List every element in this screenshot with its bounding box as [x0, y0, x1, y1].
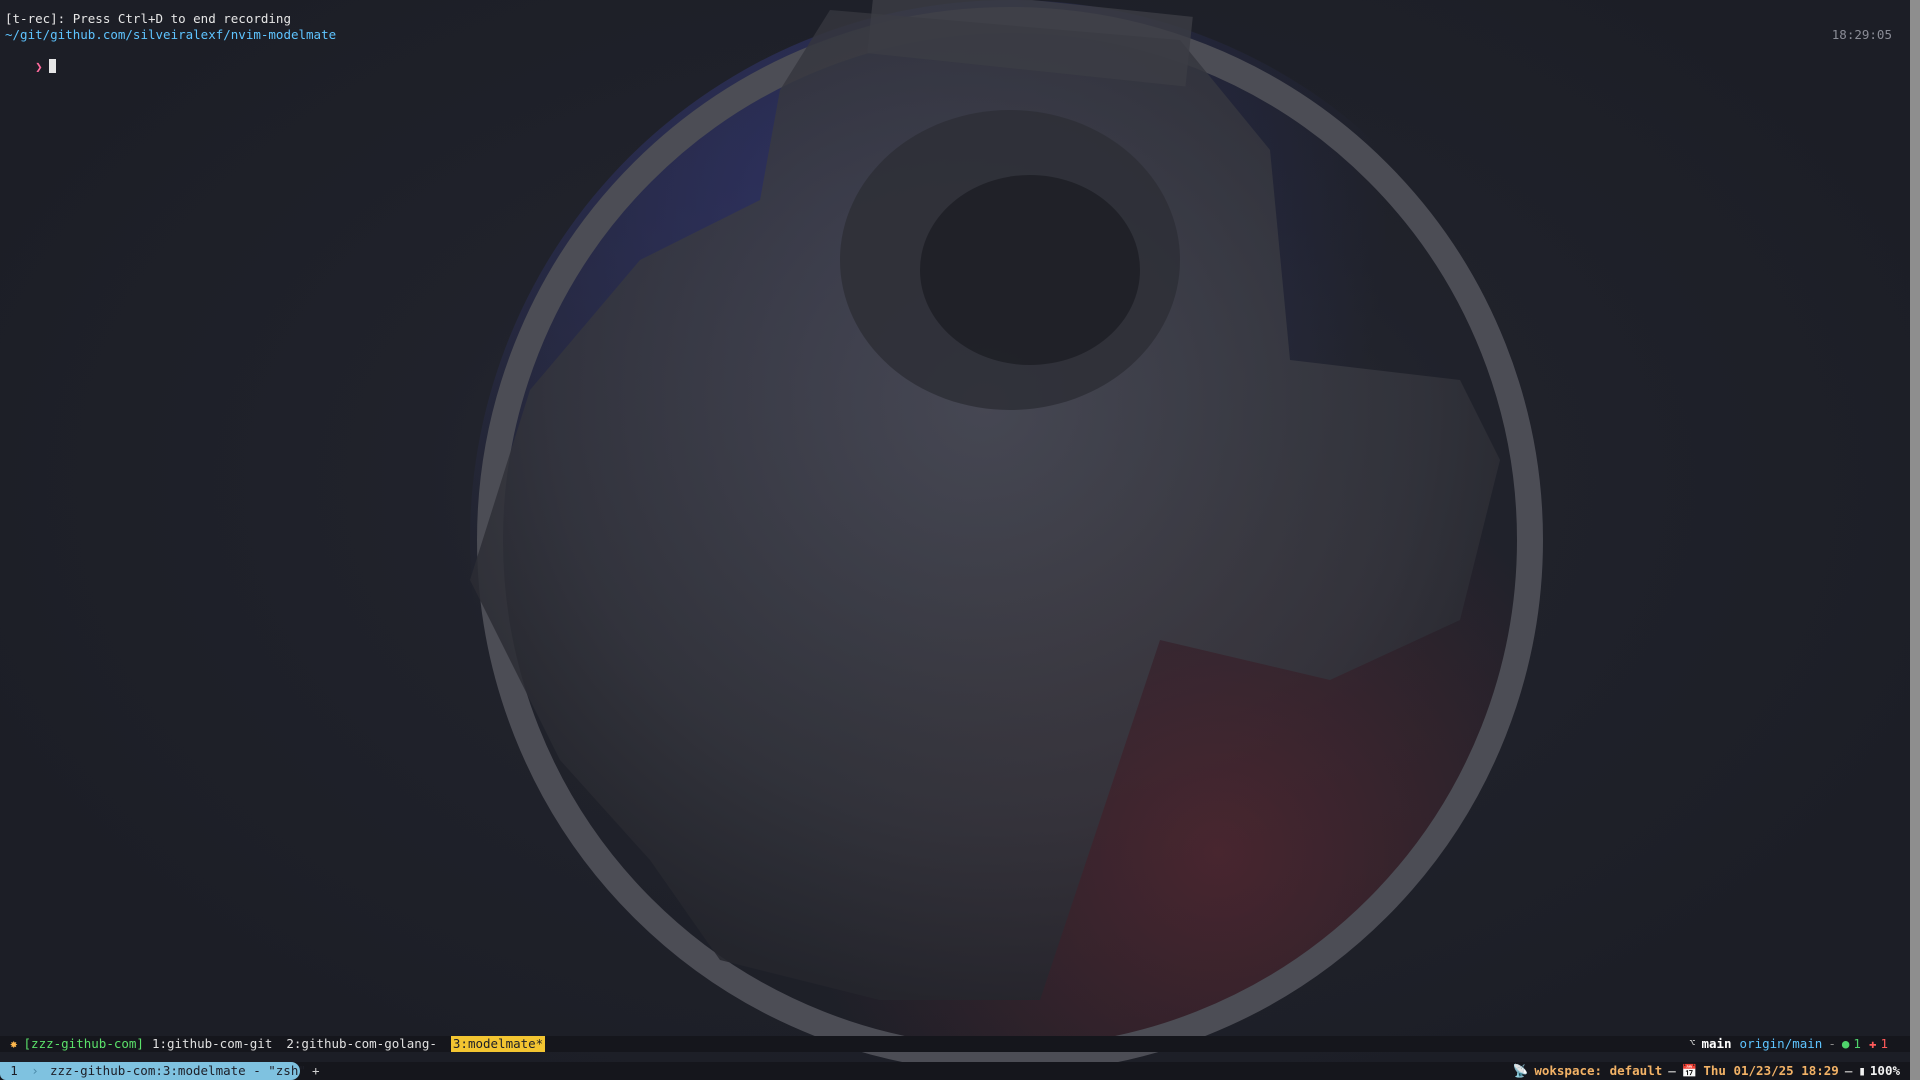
- git-staged-count: 1: [1853, 1036, 1861, 1051]
- datetime: Thu 01/23/25 18:29: [1703, 1063, 1839, 1078]
- current-directory: ~/git/github.com/silveiralexf/nvim-model…: [5, 27, 337, 42]
- astronaut-wallpaper: [470, 0, 1550, 1080]
- terminal-window[interactable]: [t-rec]: Press Ctrl+D to end recording ~…: [0, 0, 1910, 1080]
- battery-icon: ▮: [1858, 1063, 1866, 1078]
- workspace-label: wokspace: default: [1534, 1063, 1663, 1078]
- text-cursor: [48, 59, 56, 73]
- tmux-status-bar: ✸ [zzz-github-com] 1:github-com-git 2:gi…: [0, 1036, 1910, 1052]
- unstaged-plus-icon: ✚: [1868, 1036, 1877, 1051]
- right-prompt-clock: 18:29:05: [1831, 27, 1892, 42]
- prompt-line[interactable]: ❯: [5, 43, 56, 91]
- prompt-symbol: ❯: [35, 59, 43, 74]
- status-right: 📡 wokspace: default — 📅 Thu 01/23/25 18:…: [1513, 1062, 1900, 1080]
- terminal-tab-bar: 1 › zzz-github-com:3:modelmate - "zsh" +…: [0, 1062, 1910, 1080]
- git-branch: main: [1701, 1036, 1732, 1051]
- window-edge: [1910, 0, 1920, 1080]
- tab-index[interactable]: 1: [0, 1062, 28, 1080]
- git-separator: -: [1828, 1036, 1836, 1051]
- new-tab-button[interactable]: +: [312, 1062, 320, 1080]
- chevron-right-icon: ›: [28, 1062, 42, 1080]
- git-status: ⌥ main origin/main - ● 1 ✚ 1: [1689, 1036, 1888, 1052]
- tmux-window-list: ✸ [zzz-github-com] 1:github-com-git 2:gi…: [10, 1036, 546, 1052]
- tmux-window-1[interactable]: 1:github-com-git: [152, 1036, 272, 1052]
- tmux-window-3-active[interactable]: 3:modelmate*: [450, 1036, 546, 1052]
- tab-active[interactable]: zzz-github-com:3:modelmate - "zsh": [42, 1062, 306, 1080]
- burst-icon: ✸: [10, 1036, 18, 1051]
- git-branch-icon: ⌥: [1689, 1038, 1696, 1049]
- recording-notice: [t-rec]: Press Ctrl+D to end recording: [5, 11, 291, 26]
- git-unstaged-count: 1: [1880, 1036, 1888, 1051]
- tmux-window-2[interactable]: 2:github-com-golang-: [286, 1036, 437, 1052]
- battery-level: 100%: [1869, 1063, 1900, 1078]
- separator: —: [1668, 1063, 1676, 1078]
- separator: —: [1844, 1063, 1853, 1078]
- staged-dot-icon: ●: [1841, 1036, 1850, 1051]
- tmux-session-name: [zzz-github-com]: [23, 1036, 144, 1051]
- calendar-icon: 📅: [1681, 1063, 1698, 1078]
- git-remote: origin/main: [1739, 1036, 1823, 1051]
- satellite-icon: 📡: [1512, 1063, 1529, 1078]
